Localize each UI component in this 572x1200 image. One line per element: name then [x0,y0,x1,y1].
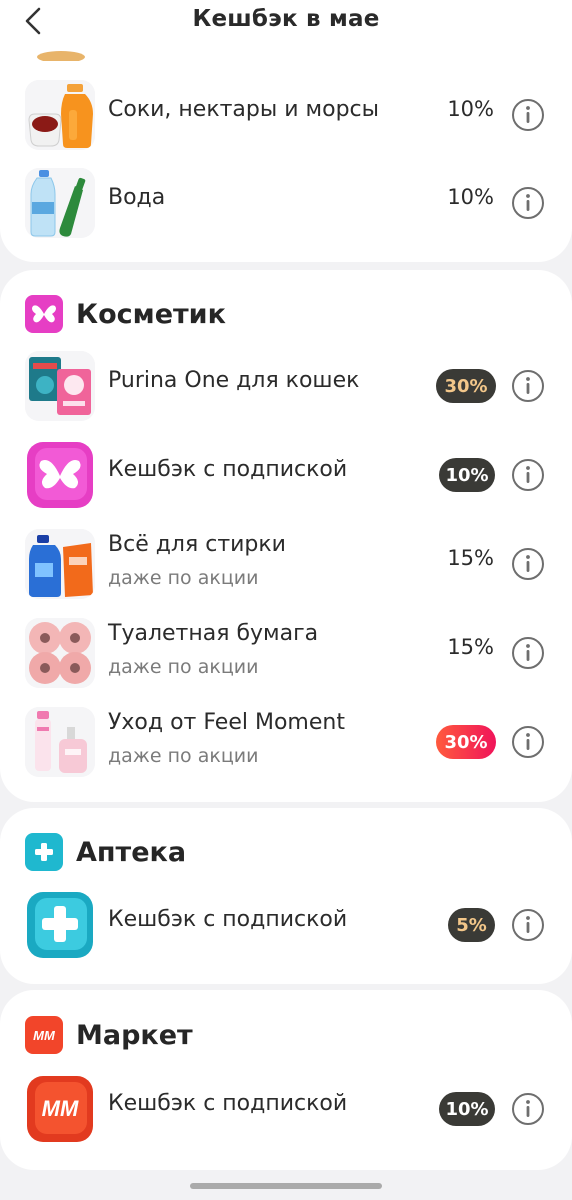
category-card-cosmetic: Косметик Purina One для кошек 30% Кешбэк… [0,270,572,802]
item-name: Вода [108,185,166,210]
cashback-percent: 10% [447,97,494,121]
list-item[interactable]: Кешбэк с подпиской 10% [0,435,572,515]
info-icon[interactable] [511,636,545,670]
info-icon[interactable] [511,1092,545,1126]
market-logo-icon: ММ [25,1016,63,1054]
category-card-pharmacy: Аптека Кешбэк с подпиской 5% [0,808,572,984]
item-subtitle: даже по акции [108,567,259,589]
cashback-badge: 10% [439,458,495,492]
info-icon[interactable] [511,369,545,403]
list-item[interactable]: Всё для стирки даже по акции 15% [0,524,572,604]
category-header: ММ Маркет [25,1016,193,1054]
category-title: Аптека [76,836,187,868]
item-name: Purina One для кошек [108,368,360,393]
juice-thumb [25,80,95,150]
cashback-badge: 5% [448,908,495,942]
category-header: Аптека [25,833,186,871]
list-item[interactable]: Вода 10% [0,163,572,243]
svg-text:ММ: ММ [42,1096,79,1121]
laundry-thumb [25,529,95,599]
cashback-badge: 30% [436,369,496,403]
top-bar: Кешбэк в мае [0,0,572,42]
info-icon[interactable] [511,908,545,942]
water-thumb [25,168,95,238]
item-name: Туалетная бумага [108,621,319,646]
list-item[interactable]: Кешбэк с подпиской 5% [0,885,572,965]
list-item[interactable]: Соки, нектары и морсы 10% [0,75,572,155]
info-icon[interactable] [511,98,545,132]
cashback-badge: 30% [436,725,496,759]
list-item[interactable]: Уход от Feel Moment даже по акции 30% [0,702,572,782]
market-cube-thumb: ММ [25,1074,95,1144]
cashback-percent: 10% [447,185,494,209]
category-card-market: ММ Маркет ММ Кешбэк с подпиской 10% [0,990,572,1170]
item-subtitle: даже по акции [108,656,259,678]
list-item[interactable]: Purina One для кошек 30% [0,346,572,426]
category-title: Косметик [76,298,226,330]
item-name: Уход от Feel Moment [108,710,345,735]
svg-text:ММ: ММ [33,1028,56,1043]
pharmacy-cube-thumb [25,890,95,960]
info-icon[interactable] [511,725,545,759]
cashback-percent: 15% [447,546,494,570]
category-title: Маркет [76,1019,193,1051]
item-name: Всё для стирки [108,532,286,557]
item-name: Соки, нектары и морсы [108,97,380,122]
item-name: Кешбэк с подпиской [108,1091,348,1116]
toilet-paper-thumb [25,618,95,688]
purina-thumb [25,351,95,421]
cosmetic-cube-thumb [25,440,95,510]
page-title: Кешбэк в мае [192,6,380,32]
category-header: Косметик [25,295,226,333]
info-icon[interactable] [511,186,545,220]
medical-cross-icon [25,833,63,871]
cashback-percent: 15% [447,635,494,659]
butterfly-icon [25,295,63,333]
info-icon[interactable] [511,547,545,581]
item-name: Кешбэк с подпиской [108,457,348,482]
item-name: Кешбэк с подпиской [108,907,348,932]
cashback-badge: 10% [439,1092,495,1126]
info-icon[interactable] [511,458,545,492]
list-item[interactable]: ММ Кешбэк с подпиской 10% [0,1069,572,1149]
skincare-thumb [25,707,95,777]
item-subtitle: даже по акции [108,745,259,767]
list-item[interactable]: Туалетная бумага даже по акции 15% [0,613,572,693]
home-indicator[interactable] [190,1183,382,1189]
